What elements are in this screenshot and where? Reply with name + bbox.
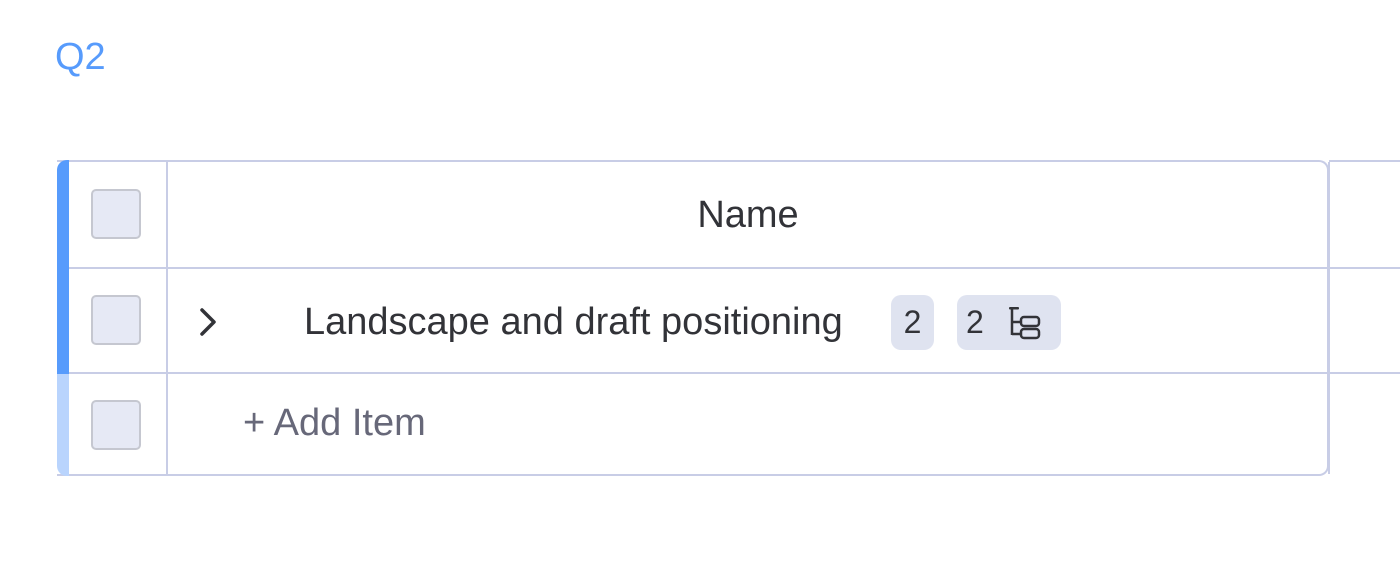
updates-count-badge[interactable]: 2 bbox=[891, 295, 934, 350]
group-color-bar bbox=[57, 160, 69, 476]
table-border-ext bbox=[1329, 160, 1400, 162]
name-column-header[interactable]: Name bbox=[168, 190, 1328, 240]
add-item-input[interactable]: + Add Item bbox=[243, 398, 426, 448]
table-border-ext bbox=[1329, 372, 1400, 374]
subitems-badge[interactable]: 2 bbox=[957, 295, 1061, 350]
chevron-right-icon[interactable] bbox=[194, 300, 224, 344]
group-color-bar-solid bbox=[57, 160, 69, 374]
add-item-checkbox[interactable] bbox=[91, 400, 141, 450]
table-border-ext bbox=[1329, 267, 1400, 269]
group-title[interactable]: Q2 bbox=[55, 34, 106, 80]
subitems-tree-icon bbox=[1005, 303, 1045, 343]
subitems-count: 2 bbox=[966, 304, 984, 340]
row-checkbox[interactable] bbox=[91, 295, 141, 345]
item-name[interactable]: Landscape and draft positioning bbox=[304, 297, 843, 347]
select-all-checkbox[interactable] bbox=[91, 189, 141, 239]
group-color-bar-faded bbox=[57, 374, 69, 476]
